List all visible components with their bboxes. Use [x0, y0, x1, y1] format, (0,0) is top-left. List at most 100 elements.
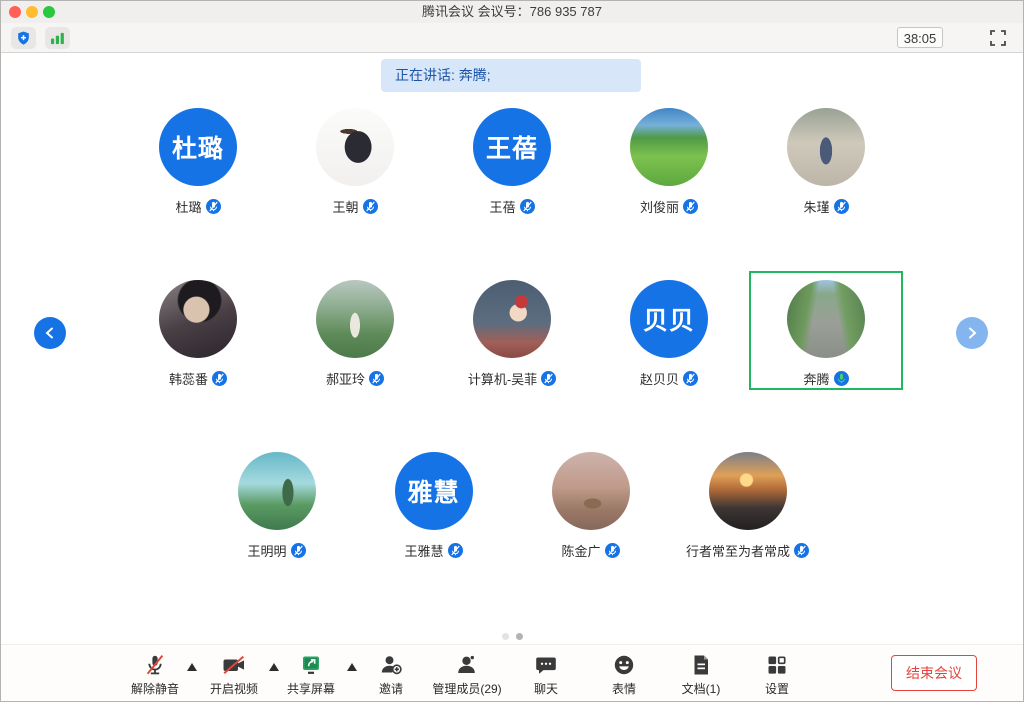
- participant-name-row: 陈金广: [561, 540, 619, 560]
- participant-avatar: [159, 280, 237, 358]
- participant-avatar: [316, 280, 394, 358]
- toolbar-share-screen[interactable]: 共享屏幕: [273, 651, 349, 697]
- participant-name-row: 郝亚玲: [326, 368, 384, 388]
- network-signal-button[interactable]: [45, 27, 70, 49]
- toolbar-chat[interactable]: 聊天: [508, 651, 584, 697]
- shield-plus-icon: [16, 30, 31, 46]
- participant-name: 陈金广: [561, 541, 600, 560]
- mic-muted-icon: [212, 371, 227, 386]
- pagination-dots[interactable]: [1, 633, 1023, 640]
- participant-avatar: [316, 108, 394, 186]
- toolbar-camera-off[interactable]: 开启视频: [196, 651, 272, 697]
- participant-avatar: 杜璐: [159, 108, 237, 186]
- participant-name: 杜璐: [175, 197, 201, 216]
- toolbar-settings[interactable]: 设置: [739, 651, 815, 697]
- top-toolbar: 38:05: [1, 23, 1023, 53]
- participant-tile[interactable]: 杜璐杜璐: [120, 108, 277, 216]
- participant-name: 王雅慧: [404, 541, 443, 560]
- participant-tile[interactable]: 王朝: [277, 108, 434, 216]
- participant-avatar: [709, 452, 787, 530]
- participant-name: 王明明: [247, 541, 286, 560]
- previous-page-button[interactable]: [34, 317, 66, 349]
- window-title: 腾讯会议 会议号：786 935 787: [1, 1, 1023, 23]
- participant-name-row: 行者常至为者常成: [686, 540, 809, 560]
- participant-avatar: 王蓓: [473, 108, 551, 186]
- toolbar-label: 管理成员(29): [432, 680, 501, 697]
- participant-tile[interactable]: 郝亚玲: [277, 280, 434, 388]
- meeting-window: 腾讯会议 会议号：786 935 787 38:05 正在讲话: 奔腾; 杜璐杜…: [0, 0, 1024, 702]
- emoji-icon: [612, 651, 636, 677]
- mic-muted-icon: [143, 651, 167, 677]
- participant-name: 行者常至为者常成: [686, 541, 790, 560]
- participant-tile[interactable]: 贝贝赵贝贝: [591, 280, 748, 388]
- participant-name-row: 赵贝贝: [640, 368, 698, 388]
- mic-muted-icon: [605, 543, 620, 558]
- toolbar-label: 文档(1): [682, 680, 721, 697]
- toolbar-label: 邀请: [379, 680, 403, 697]
- participant-name: 韩蕊番: [169, 369, 208, 388]
- chevron-left-icon: [44, 327, 56, 339]
- participant-tile[interactable]: 刘俊丽: [591, 108, 748, 216]
- bottom-toolbar: 解除静音开启视频共享屏幕 邀请 管理成员(29) 聊天表情 文档(1) 设置 结束会议: [1, 644, 1023, 701]
- mic-muted-icon: [206, 199, 221, 214]
- end-meeting-button[interactable]: 结束会议: [891, 655, 977, 691]
- speaking-banner: 正在讲话: 奔腾;: [381, 59, 641, 92]
- participant-tile[interactable]: 韩蕊番: [120, 280, 277, 388]
- participant-avatar: [787, 108, 865, 186]
- participant-tile[interactable]: 行者常至为者常成: [669, 452, 826, 560]
- participant-name-row: 王蓓: [489, 196, 534, 216]
- participant-avatar: [238, 452, 316, 530]
- page-dot[interactable]: [502, 633, 509, 640]
- participant-name-row: 奔腾: [803, 368, 848, 388]
- invite-icon: [379, 651, 404, 677]
- participant-name-row: 王朝: [332, 196, 377, 216]
- participant-name: 刘俊丽: [640, 197, 679, 216]
- participant-row: 韩蕊番郝亚玲计算机-吴菲贝贝赵贝贝奔腾: [1, 280, 1023, 388]
- toolbar-document[interactable]: 文档(1): [663, 651, 739, 697]
- participant-name-row: 王明明: [247, 540, 305, 560]
- participant-tile[interactable]: 王蓓王蓓: [434, 108, 591, 216]
- mic-muted-icon: [520, 199, 535, 214]
- participant-name: 郝亚玲: [326, 369, 365, 388]
- meeting-timer: 38:05: [897, 27, 943, 48]
- toolbar-mic-muted[interactable]: 解除静音: [117, 651, 193, 697]
- toolbar-label: 设置: [765, 680, 789, 697]
- participant-name-row: 计算机-吴菲: [468, 368, 556, 388]
- participant-tile[interactable]: 陈金广: [512, 452, 669, 560]
- participant-name: 计算机-吴菲: [468, 369, 537, 388]
- chevron-right-icon: [966, 327, 978, 339]
- mic-active-icon: [834, 371, 849, 386]
- mic-muted-icon: [363, 199, 378, 214]
- participant-tile[interactable]: 计算机-吴菲: [434, 280, 591, 388]
- fullscreen-button[interactable]: [989, 29, 1007, 47]
- participant-tile[interactable]: 雅慧王雅慧: [355, 452, 512, 560]
- toolbar-emoji[interactable]: 表情: [586, 651, 662, 697]
- next-page-button[interactable]: [956, 317, 988, 349]
- participant-tile[interactable]: 王明明: [198, 452, 355, 560]
- participant-name-row: 韩蕊番: [169, 368, 227, 388]
- participant-name-row: 王雅慧: [404, 540, 462, 560]
- titlebar: 腾讯会议 会议号：786 935 787: [1, 1, 1023, 24]
- security-shield-button[interactable]: [11, 27, 36, 49]
- participant-avatar: [473, 280, 551, 358]
- mic-muted-icon: [369, 371, 384, 386]
- settings-icon: [765, 651, 789, 677]
- toolbar-members[interactable]: 管理成员(29): [429, 651, 505, 697]
- signal-bars-icon: [50, 31, 65, 45]
- toolbar-invite[interactable]: 邀请: [353, 651, 429, 697]
- participant-tile[interactable]: 奔腾: [748, 280, 905, 388]
- page-dot[interactable]: [516, 633, 523, 640]
- participant-avatar: [552, 452, 630, 530]
- toolbar-label: 表情: [612, 680, 636, 697]
- camera-off-icon: [221, 651, 247, 677]
- participant-avatar: 贝贝: [630, 280, 708, 358]
- participant-name-row: 刘俊丽: [640, 196, 698, 216]
- fullscreen-icon: [989, 34, 1007, 51]
- toolbar-label: 共享屏幕: [287, 680, 335, 697]
- participant-avatar: [787, 280, 865, 358]
- participant-tile[interactable]: 朱瑾: [748, 108, 905, 216]
- participant-avatar: 雅慧: [395, 452, 473, 530]
- participant-name: 赵贝贝: [640, 369, 679, 388]
- mic-muted-icon: [448, 543, 463, 558]
- mic-muted-icon: [834, 199, 849, 214]
